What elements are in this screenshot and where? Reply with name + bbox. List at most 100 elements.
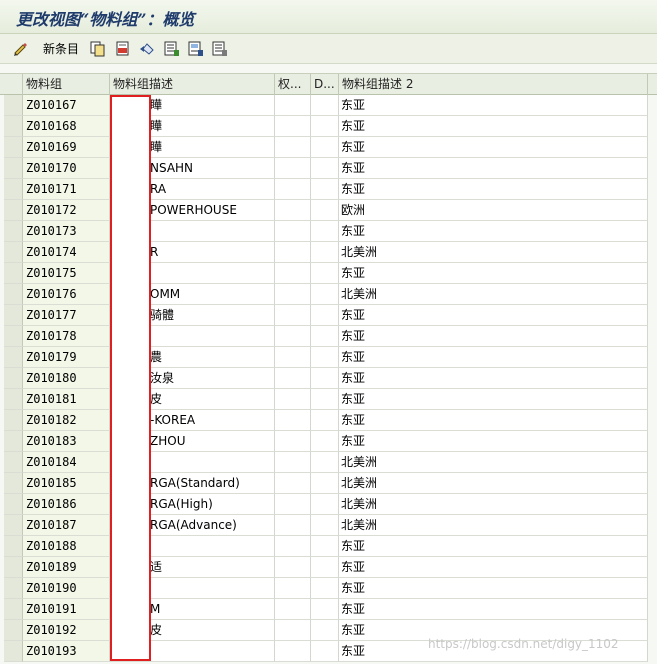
material-group-cell[interactable]: Z010178 <box>23 326 110 347</box>
authorization-cell[interactable] <box>275 641 311 662</box>
table-row[interactable]: Z010191 M 东亚 <box>0 599 657 620</box>
column-header-material-group-description-2[interactable]: 物料组描述 2 <box>339 74 648 95</box>
authorization-cell[interactable] <box>275 116 311 137</box>
d-cell[interactable] <box>311 242 339 263</box>
material-group-cell[interactable]: Z010167 <box>23 95 110 116</box>
table-row[interactable]: Z010180 汝泉 东亚 <box>0 368 657 389</box>
select-block-button[interactable] <box>187 38 204 58</box>
description-2-cell[interactable]: 东亚 <box>339 599 648 620</box>
row-selector[interactable] <box>4 494 23 515</box>
d-cell[interactable] <box>311 599 339 620</box>
d-cell[interactable] <box>311 284 339 305</box>
description-2-cell[interactable]: 东亚 <box>339 326 648 347</box>
authorization-cell[interactable] <box>275 347 311 368</box>
description-2-cell[interactable]: 东亚 <box>339 137 648 158</box>
description-2-cell[interactable]: 东亚 <box>339 389 648 410</box>
material-group-cell[interactable]: Z010193 <box>23 641 110 662</box>
row-selector[interactable] <box>4 389 23 410</box>
d-cell[interactable] <box>311 347 339 368</box>
authorization-cell[interactable] <box>275 137 311 158</box>
material-group-cell[interactable]: Z010192 <box>23 620 110 641</box>
material-group-cell[interactable]: Z010188 <box>23 536 110 557</box>
row-selector[interactable] <box>4 347 23 368</box>
row-selector[interactable] <box>4 452 23 473</box>
material-group-cell[interactable]: Z010174 <box>23 242 110 263</box>
authorization-cell[interactable] <box>275 242 311 263</box>
authorization-cell[interactable] <box>275 179 311 200</box>
material-group-cell[interactable]: Z010186 <box>23 494 110 515</box>
d-cell[interactable] <box>311 158 339 179</box>
material-group-cell[interactable]: Z010187 <box>23 515 110 536</box>
authorization-cell[interactable] <box>275 284 311 305</box>
table-row[interactable]: Z010171 RA 东亚 <box>0 179 657 200</box>
material-group-cell[interactable]: Z010179 <box>23 347 110 368</box>
material-group-cell[interactable]: Z010171 <box>23 179 110 200</box>
authorization-cell[interactable] <box>275 389 311 410</box>
d-cell[interactable] <box>311 578 339 599</box>
authorization-cell[interactable] <box>275 473 311 494</box>
authorization-cell[interactable] <box>275 494 311 515</box>
authorization-cell[interactable] <box>275 221 311 242</box>
table-row[interactable]: Z010175 东亚 <box>0 263 657 284</box>
table-row[interactable]: Z010173 东亚 <box>0 221 657 242</box>
row-selector[interactable] <box>4 473 23 494</box>
d-cell[interactable] <box>311 431 339 452</box>
d-cell[interactable] <box>311 515 339 536</box>
row-selector[interactable] <box>4 137 23 158</box>
table-row[interactable]: Z010179 農 东亚 <box>0 347 657 368</box>
row-selector[interactable] <box>4 179 23 200</box>
row-selector[interactable] <box>4 326 23 347</box>
d-cell[interactable] <box>311 116 339 137</box>
row-selector[interactable] <box>4 263 23 284</box>
column-header-material-group[interactable]: 物料组 <box>23 74 110 95</box>
authorization-cell[interactable] <box>275 515 311 536</box>
material-group-cell[interactable]: Z010190 <box>23 578 110 599</box>
table-row[interactable]: Z010182 -KOREA 东亚 <box>0 410 657 431</box>
authorization-cell[interactable] <box>275 305 311 326</box>
material-group-cell[interactable]: Z010182 <box>23 410 110 431</box>
d-cell[interactable] <box>311 389 339 410</box>
material-group-cell[interactable]: Z010177 <box>23 305 110 326</box>
table-row[interactable]: Z010181 皮 东亚 <box>0 389 657 410</box>
description-2-cell[interactable]: 北美洲 <box>339 284 648 305</box>
table-row[interactable]: Z010174 R 北美洲 <box>0 242 657 263</box>
authorization-cell[interactable] <box>275 95 311 116</box>
material-group-cell[interactable]: Z010180 <box>23 368 110 389</box>
authorization-cell[interactable] <box>275 200 311 221</box>
authorization-cell[interactable] <box>275 410 311 431</box>
column-header-authorization[interactable]: 权... <box>275 74 311 95</box>
material-group-cell[interactable]: Z010175 <box>23 263 110 284</box>
description-2-cell[interactable]: 东亚 <box>339 95 648 116</box>
d-cell[interactable] <box>311 410 339 431</box>
description-2-cell[interactable]: 北美洲 <box>339 473 648 494</box>
description-2-cell[interactable]: 东亚 <box>339 116 648 137</box>
description-2-cell[interactable]: 东亚 <box>339 536 648 557</box>
row-selector[interactable] <box>4 221 23 242</box>
table-row[interactable]: Z010186 RGA(High) 北美洲 <box>0 494 657 515</box>
row-selector[interactable] <box>4 410 23 431</box>
row-selector[interactable] <box>4 95 23 116</box>
material-group-cell[interactable]: Z010189 <box>23 557 110 578</box>
table-row[interactable]: Z010187 RGA(Advance) 北美洲 <box>0 515 657 536</box>
row-selector[interactable] <box>4 599 23 620</box>
column-header-material-group-description[interactable]: 物料组描述 <box>110 74 275 95</box>
material-group-cell[interactable]: Z010169 <box>23 137 110 158</box>
authorization-cell[interactable] <box>275 263 311 284</box>
d-cell[interactable] <box>311 473 339 494</box>
authorization-cell[interactable] <box>275 326 311 347</box>
d-cell[interactable] <box>311 368 339 389</box>
material-group-cell[interactable]: Z010170 <box>23 158 110 179</box>
table-row[interactable]: Z010190 东亚 <box>0 578 657 599</box>
table-row[interactable]: Z010168 瞱 东亚 <box>0 116 657 137</box>
authorization-cell[interactable] <box>275 536 311 557</box>
table-row[interactable]: Z010183 ZHOU 东亚 <box>0 431 657 452</box>
material-group-cell[interactable]: Z010183 <box>23 431 110 452</box>
new-entries-button[interactable]: 新条目 <box>39 38 79 58</box>
description-2-cell[interactable]: 东亚 <box>339 557 648 578</box>
row-selector[interactable] <box>4 431 23 452</box>
row-selector[interactable] <box>4 641 23 662</box>
table-row[interactable]: Z010172 POWERHOUSE 欧洲 <box>0 200 657 221</box>
d-cell[interactable] <box>311 494 339 515</box>
row-selector[interactable] <box>4 284 23 305</box>
description-2-cell[interactable]: 欧洲 <box>339 200 648 221</box>
